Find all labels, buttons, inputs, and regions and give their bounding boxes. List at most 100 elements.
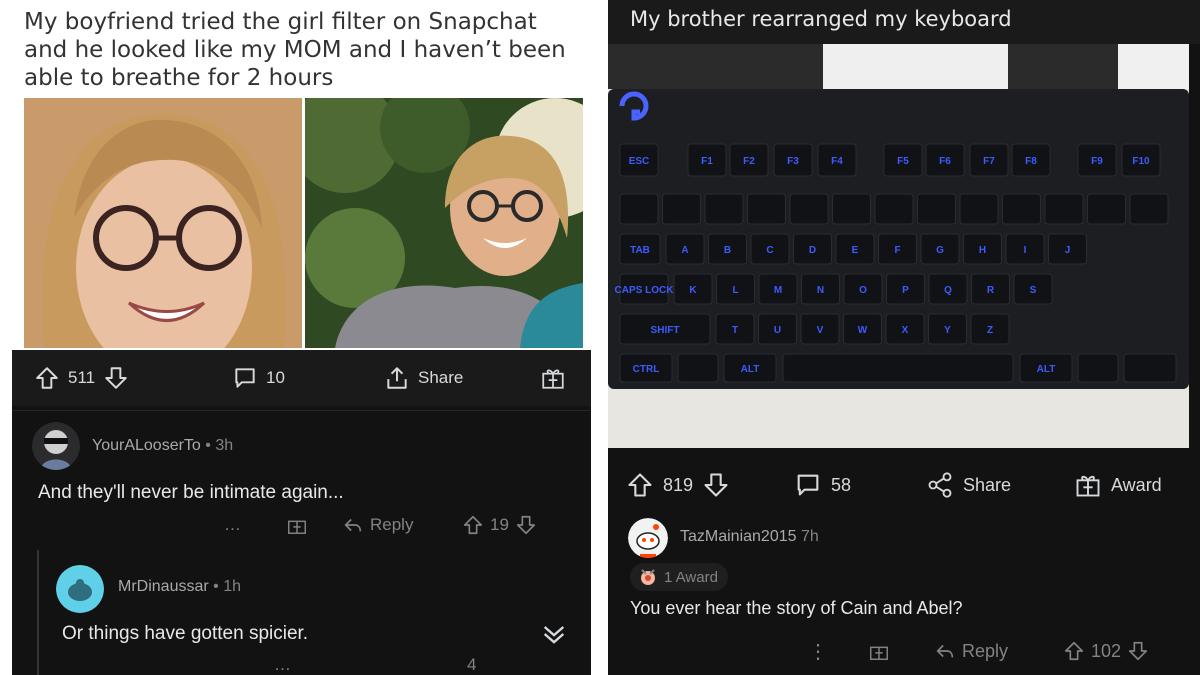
comment-author[interactable]: TazMainian2015 7h bbox=[680, 528, 819, 546]
post-action-bar: 511 10 Share bbox=[12, 350, 591, 406]
award-medal-icon bbox=[641, 569, 655, 585]
key-label: E bbox=[852, 245, 859, 256]
post-title: My boyfriend tried the girl filter on Sn… bbox=[24, 9, 566, 91]
key-label: F10 bbox=[1132, 156, 1150, 167]
gift-icon bbox=[870, 646, 888, 660]
comments-panel-left: 511 10 Share YourALooserTo • 3h And they… bbox=[12, 350, 591, 675]
upvote-count: 819 bbox=[663, 474, 694, 495]
key-label: F2 bbox=[743, 156, 755, 167]
upvote-arrow-icon[interactable] bbox=[462, 514, 484, 536]
reply-button[interactable]: Reply bbox=[934, 640, 1008, 662]
comment-vote-control: 102 bbox=[1063, 640, 1149, 662]
comments-button[interactable]: 10 bbox=[232, 364, 285, 392]
key-label: CTRL bbox=[633, 364, 660, 375]
comment-vote-count: 19 bbox=[490, 515, 509, 534]
key-label: A bbox=[681, 245, 688, 256]
vote-control: 511 bbox=[34, 364, 129, 392]
key-label: J bbox=[1065, 245, 1071, 256]
key-label: S bbox=[1030, 285, 1037, 296]
key-label: TAB bbox=[630, 245, 650, 256]
downvote-arrow-icon[interactable] bbox=[515, 514, 537, 536]
key-label: B bbox=[724, 245, 731, 256]
left-post: My boyfriend tried the girl filter on Sn… bbox=[0, 0, 600, 675]
spacebar-key bbox=[782, 353, 1014, 383]
key-label: F4 bbox=[831, 156, 843, 167]
award-comment-button[interactable] bbox=[286, 514, 308, 536]
award-badge[interactable]: 1 Award bbox=[630, 563, 728, 591]
number-key bbox=[747, 193, 786, 225]
share-label: Share bbox=[963, 474, 1012, 495]
key-label: C bbox=[766, 245, 773, 256]
share-button[interactable]: Share bbox=[926, 470, 1011, 500]
key-label: R bbox=[987, 285, 995, 296]
collapse-chevron-icon[interactable] bbox=[540, 620, 568, 648]
downvote-arrow-icon[interactable] bbox=[702, 471, 730, 499]
number-key bbox=[1002, 193, 1041, 225]
key-label: CAPS LOCK bbox=[615, 285, 675, 296]
key-label: K bbox=[689, 285, 697, 296]
award-comment-button[interactable] bbox=[868, 640, 890, 662]
key-label: X bbox=[902, 325, 909, 336]
avatar[interactable] bbox=[628, 518, 668, 558]
more-options[interactable]: … bbox=[274, 655, 291, 675]
key-label: Z bbox=[987, 325, 993, 336]
upvote-arrow-icon[interactable] bbox=[34, 365, 60, 391]
post-title: My brother rearranged my keyboard bbox=[608, 0, 1200, 44]
key-label: F9 bbox=[1091, 156, 1103, 167]
key-label: I bbox=[1024, 245, 1027, 256]
key-label: L bbox=[732, 285, 738, 296]
number-key bbox=[832, 193, 871, 225]
avatar[interactable] bbox=[32, 422, 80, 470]
award-button[interactable] bbox=[540, 364, 566, 392]
share-label: Share bbox=[418, 368, 464, 387]
reply-arrow-icon bbox=[344, 518, 362, 532]
key-label: ALT bbox=[1037, 364, 1056, 375]
comment-vote-count: 102 bbox=[1091, 640, 1122, 661]
avatar[interactable] bbox=[56, 565, 104, 613]
comment-vote-count: 4 bbox=[467, 655, 477, 674]
number-key bbox=[917, 193, 956, 225]
award-button[interactable]: Award bbox=[1074, 470, 1162, 500]
downvote-arrow-icon[interactable] bbox=[1127, 640, 1149, 662]
filtered-selfie-photo bbox=[24, 98, 302, 348]
key-label: F6 bbox=[939, 156, 951, 167]
more-options[interactable]: ⋮ bbox=[808, 639, 828, 664]
comment-body: You ever hear the story of Cain and Abel… bbox=[630, 598, 963, 618]
more-options[interactable]: … bbox=[224, 515, 241, 535]
share-button[interactable]: Share bbox=[384, 364, 463, 392]
number-key bbox=[874, 193, 914, 225]
vote-control: 819 bbox=[626, 470, 730, 500]
menu-key bbox=[1123, 353, 1177, 383]
windows-key bbox=[677, 353, 719, 383]
comment-author[interactable]: MrDinaussar • 1h bbox=[118, 578, 241, 596]
key-label: T bbox=[732, 325, 738, 336]
comments-button[interactable]: 58 bbox=[794, 470, 851, 500]
keyboard-photo: ESC F1 F2 F3 F4 F5 F6 F7 F8 F9 F10 TAB A B C D E F G H I J CAP… bbox=[608, 44, 1189, 448]
comment-author[interactable]: YourALooserTo • 3h bbox=[92, 437, 233, 455]
key-label: V bbox=[817, 325, 824, 336]
number-key bbox=[704, 193, 744, 225]
key-label: M bbox=[774, 285, 782, 296]
key-label: Y bbox=[944, 325, 951, 336]
key-label: G bbox=[936, 245, 944, 256]
comment-count: 10 bbox=[266, 368, 285, 387]
key-label: ALT bbox=[741, 364, 760, 375]
upvote-arrow-icon[interactable] bbox=[1063, 640, 1085, 662]
downvote-arrow-icon[interactable] bbox=[103, 365, 129, 391]
key-label: P bbox=[902, 285, 909, 296]
comment-count: 58 bbox=[831, 474, 852, 495]
number-key bbox=[1129, 193, 1169, 225]
key-label: U bbox=[774, 325, 781, 336]
key-label: F8 bbox=[1025, 156, 1037, 167]
comment-body: And they'll never be intimate again... bbox=[38, 482, 344, 503]
gift-icon bbox=[1076, 475, 1100, 497]
key-label: D bbox=[809, 245, 816, 256]
share-icon bbox=[387, 367, 407, 389]
key-label: ESC bbox=[629, 156, 650, 167]
comment-body: Or things have gotten spicier. bbox=[62, 623, 309, 644]
number-key bbox=[959, 193, 999, 225]
right-post: My brother rearranged my keyboard ESC F1 F… bbox=[608, 0, 1200, 675]
upvote-arrow-icon[interactable] bbox=[626, 471, 654, 499]
comment-bubble-icon bbox=[797, 474, 819, 496]
reply-button[interactable]: Reply bbox=[342, 514, 413, 536]
